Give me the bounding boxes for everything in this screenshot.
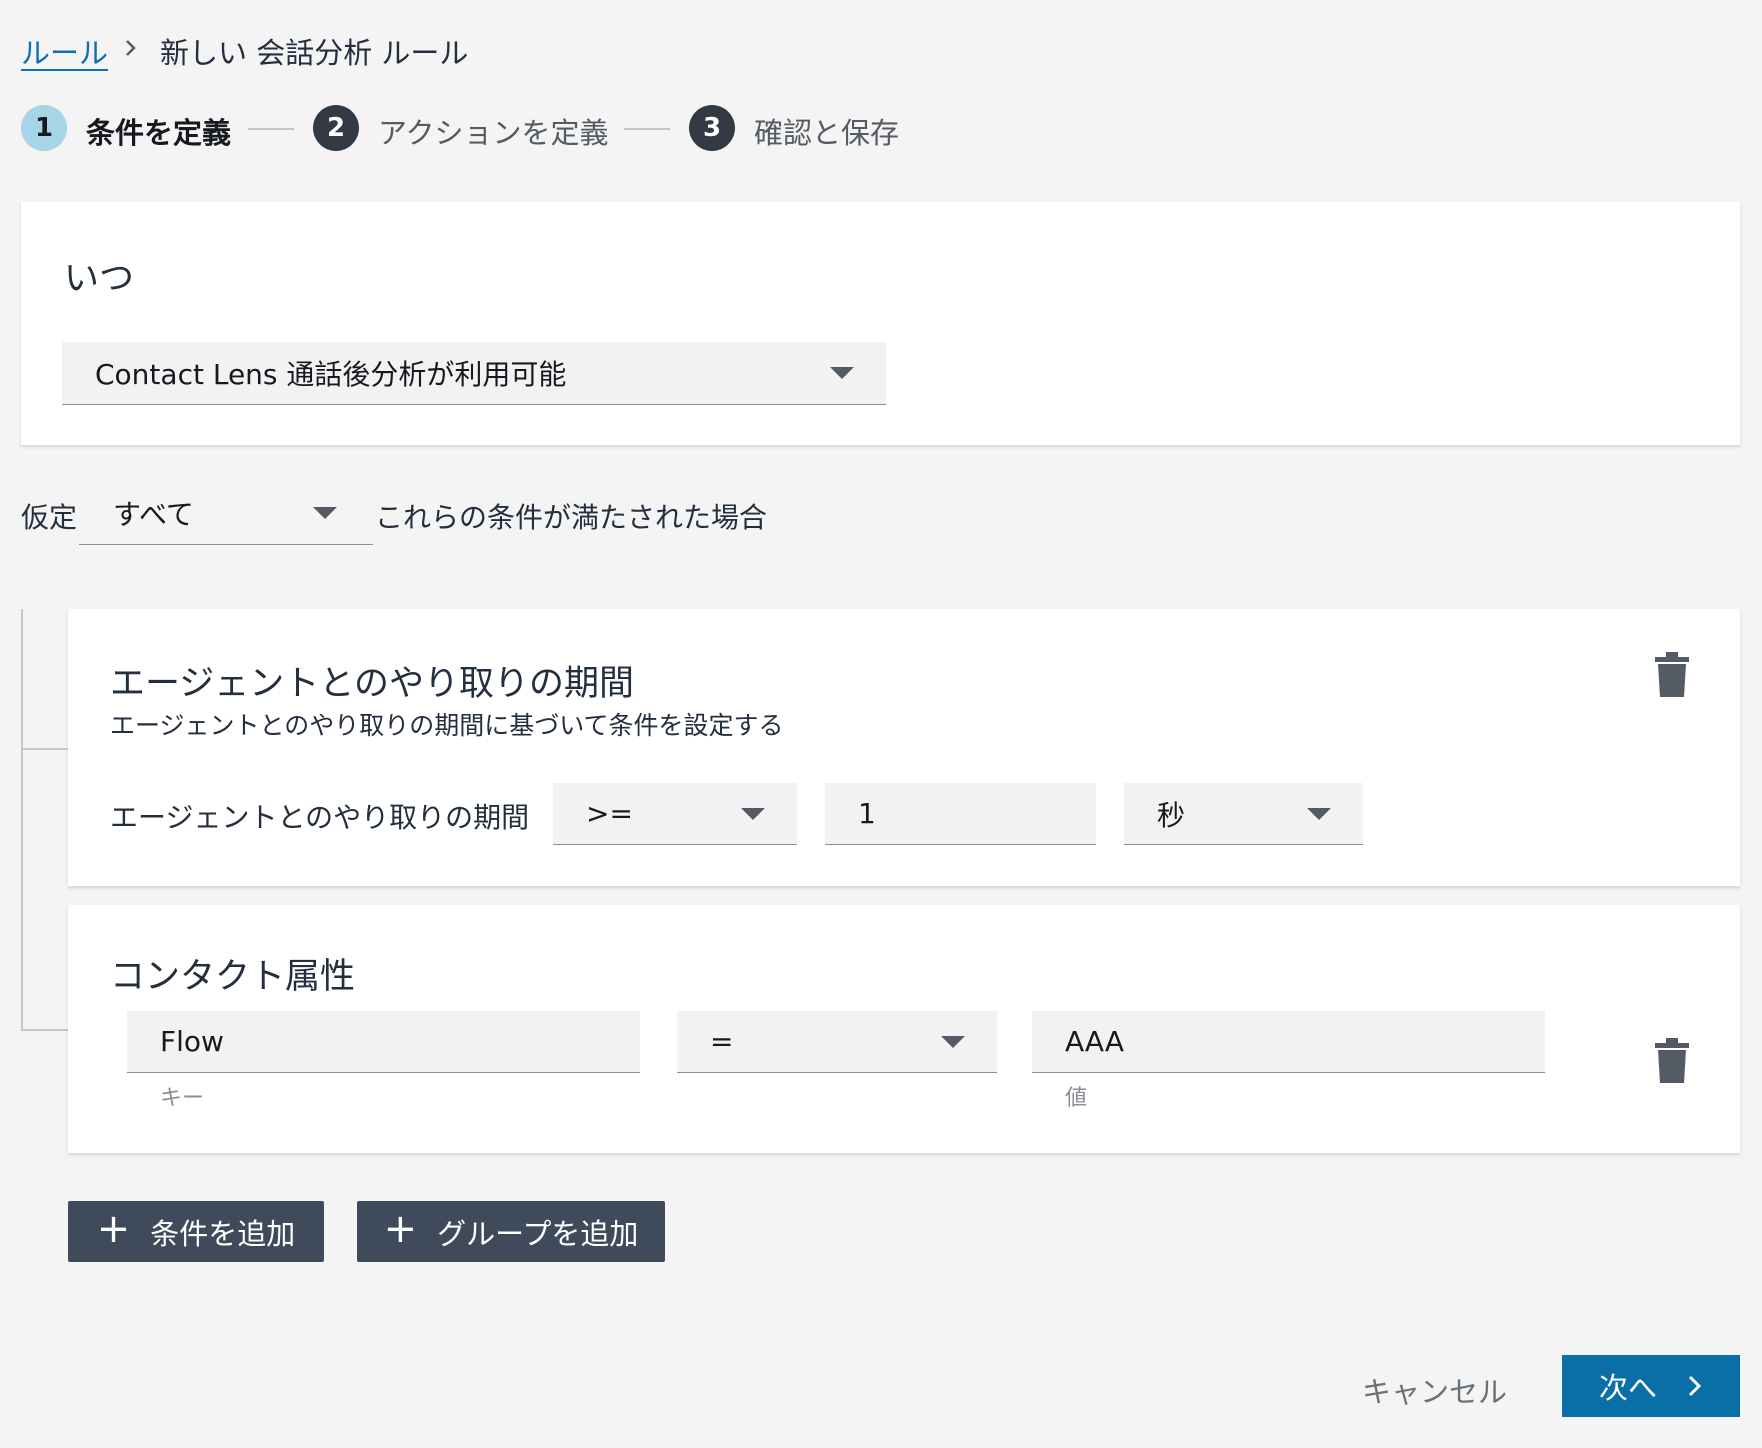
next-button[interactable]: 次へ: [1562, 1355, 1740, 1417]
duration-value-input[interactable]: 1: [825, 783, 1096, 845]
add-group-button[interactable]: + グループを追加: [357, 1201, 665, 1262]
step-1-label: 条件を定義: [86, 116, 232, 150]
trigger-dropdown[interactable]: Contact Lens 通話後分析が利用可能: [62, 342, 886, 405]
step-2-label: アクションを定義: [378, 116, 609, 150]
add-group-label: グループを追加: [437, 1216, 639, 1251]
attribute-key-hint: キー: [160, 1086, 205, 1111]
step-connector: [624, 128, 670, 130]
when-heading: いつ: [64, 259, 135, 299]
duration-value-text: 1: [858, 797, 876, 830]
cancel-button[interactable]: キャンセル: [1362, 1369, 1507, 1411]
caret-down-icon: [313, 507, 337, 519]
when-card: いつ Contact Lens 通話後分析が利用可能: [21, 202, 1740, 445]
caret-down-icon: [741, 807, 765, 820]
breadcrumb-current: 新しい 会話分析 ルール: [160, 36, 469, 70]
duration-unit-value: 秒: [1157, 798, 1186, 832]
step-1-circle: 1: [21, 105, 67, 151]
attribute-value-hint: 値: [1065, 1086, 1088, 1111]
duration-operator-value: >=: [586, 797, 633, 830]
duration-row-label: エージェントとのやり取りの期間: [110, 801, 530, 834]
tree-line: [21, 1029, 68, 1031]
attribute-heading: コンタクト属性: [110, 957, 356, 997]
attribute-key-input[interactable]: Flow: [127, 1011, 640, 1073]
caret-down-icon: [1307, 807, 1331, 820]
attribute-key-text: Flow: [160, 1025, 224, 1058]
attribute-value-input[interactable]: AAA: [1032, 1011, 1545, 1073]
next-button-label: 次へ: [1598, 1371, 1657, 1405]
duration-heading: エージェントとのやり取りの期間: [110, 664, 634, 704]
duration-operator-dropdown[interactable]: >=: [553, 783, 797, 845]
tree-line: [21, 609, 23, 1030]
add-condition-button[interactable]: + 条件を追加: [68, 1201, 324, 1262]
attribute-operator-value: =: [710, 1025, 734, 1058]
trigger-dropdown-value: Contact Lens 通話後分析が利用可能: [95, 358, 567, 391]
step-2-circle: 2: [313, 105, 359, 151]
add-condition-label: 条件を追加: [150, 1216, 296, 1251]
plus-icon: +: [96, 1205, 131, 1252]
match-dropdown-value: すべて: [113, 498, 194, 531]
match-dropdown[interactable]: すべて: [79, 482, 373, 545]
attribute-value-text: AAA: [1065, 1025, 1125, 1058]
step-3-circle: 3: [689, 105, 735, 151]
step-3-label: 確認と保存: [754, 116, 900, 150]
caret-down-icon: [941, 1035, 965, 1048]
contact-attribute-card: コンタクト属性 Flow キー = AAA 値: [68, 905, 1740, 1153]
attribute-operator-dropdown[interactable]: =: [677, 1011, 997, 1073]
duration-condition-card: エージェントとのやり取りの期間 エージェントとのやり取りの期間に基づいて条件を設…: [68, 609, 1740, 886]
caret-down-icon: [830, 367, 854, 379]
chevron-right-icon: [126, 40, 136, 56]
assumption-prefix: 仮定: [21, 501, 78, 534]
breadcrumb-link-rules[interactable]: ルール: [21, 30, 108, 72]
tree-line: [21, 748, 68, 750]
trash-icon[interactable]: [1655, 651, 1689, 697]
duration-description: エージェントとのやり取りの期間に基づいて条件を設定する: [110, 711, 784, 740]
trash-icon[interactable]: [1655, 1037, 1689, 1083]
step-connector: [248, 128, 294, 130]
chevron-right-icon: [1688, 1375, 1702, 1397]
assumption-suffix: これらの条件が満たされた場合: [375, 501, 768, 534]
duration-unit-dropdown[interactable]: 秒: [1124, 783, 1363, 845]
plus-icon: +: [383, 1205, 418, 1252]
